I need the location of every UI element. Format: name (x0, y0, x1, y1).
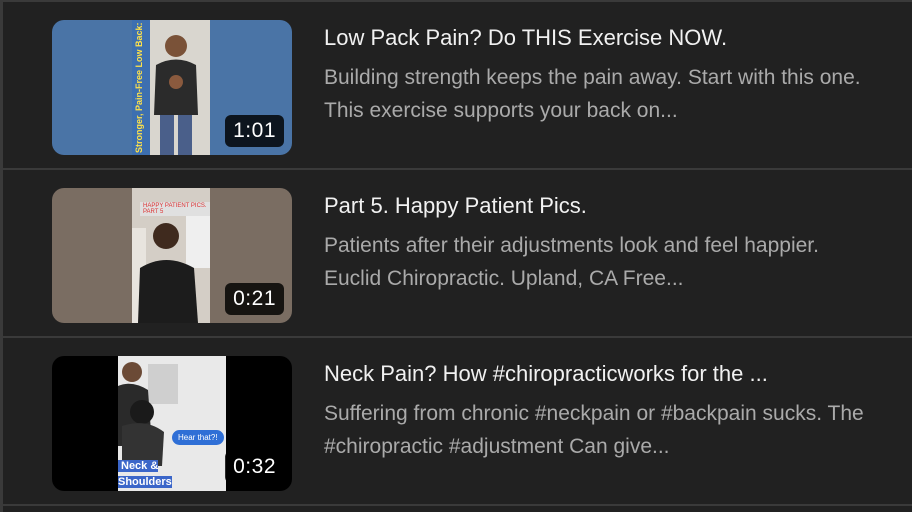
video-thumbnail[interactable]: Hear that?! Neck & Shoulders Adjustments… (52, 356, 292, 491)
video-row-1[interactable]: Stronger, Pain-Free Low Back: Modified D… (3, 2, 912, 168)
video-row-2[interactable]: HAPPY PATIENT PICS. PART 5 0:21 Part 5. … (3, 170, 912, 336)
video-title[interactable]: Part 5. Happy Patient Pics. (324, 191, 864, 221)
thumbnail-frame: HAPPY PATIENT PICS. PART 5 (132, 188, 210, 323)
thumbnail-frame: Hear that?! Neck & Shoulders Adjustments (118, 356, 226, 491)
duration-badge: 1:01 (225, 115, 284, 147)
video-thumbnail[interactable]: HAPPY PATIENT PICS. PART 5 0:21 (52, 188, 292, 323)
video-list: Stronger, Pain-Free Low Back: Modified D… (0, 0, 912, 512)
thumbnail-caption: Neck & Shoulders Adjustments (118, 458, 204, 491)
thumbnail-caption: HAPPY PATIENT PICS. PART 5 (140, 202, 210, 216)
video-row-3[interactable]: Hear that?! Neck & Shoulders Adjustments… (3, 338, 912, 504)
duration-badge: 0:21 (225, 283, 284, 315)
video-description: Suffering from chronic #neckpain or #bac… (324, 402, 864, 458)
video-description: Building strength keeps the pain away. S… (324, 66, 861, 122)
divider (3, 504, 912, 506)
thumbnail-frame: Stronger, Pain-Free Low Back: Modified D… (132, 20, 210, 155)
video-title[interactable]: Neck Pain? How #chiropracticworks for th… (324, 359, 864, 389)
video-title[interactable]: Low Pack Pain? Do THIS Exercise NOW. (324, 23, 864, 53)
video-description: Patients after their adjustments look an… (324, 234, 819, 290)
duration-badge: 0:32 (225, 451, 284, 483)
thumbnail-speech-bubble: Hear that?! (172, 430, 224, 445)
video-thumbnail[interactable]: Stronger, Pain-Free Low Back: Modified D… (52, 20, 292, 155)
thumbnail-caption: Stronger, Pain-Free Low Back: Modified D… (134, 20, 144, 153)
